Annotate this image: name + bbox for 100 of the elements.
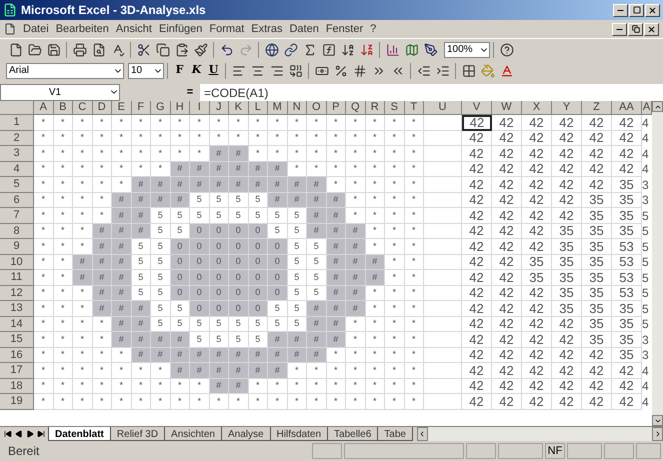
sheet-tab[interactable]: Hilfsdaten (270, 427, 328, 441)
first-sheet-icon[interactable] (4, 430, 12, 438)
scroll-down-button[interactable] (652, 415, 663, 426)
table-cell: * (170, 146, 190, 162)
table-cell: 42 (522, 316, 552, 332)
horizontal-scrollbar[interactable] (416, 427, 663, 441)
table-cell: 42 (522, 363, 552, 378)
name-box[interactable]: V1 (0, 84, 120, 100)
table-cell: * (112, 348, 132, 363)
sheet-tab[interactable]: Tabe (377, 427, 413, 441)
next-sheet-icon[interactable] (26, 430, 34, 438)
row-header[interactable]: 11 (0, 270, 34, 286)
table-cell: * (404, 146, 424, 162)
sheet-tab[interactable]: Tabelle6 (327, 427, 378, 441)
close-button[interactable] (645, 4, 660, 16)
minimize-button[interactable] (613, 4, 628, 16)
table-cell: * (112, 363, 132, 378)
table-cell: * (73, 348, 92, 363)
font-size-dropdown[interactable]: 10 (128, 62, 164, 78)
table-cell: * (73, 130, 92, 146)
font-style-button[interactable]: K (188, 62, 205, 80)
scroll-right-button[interactable] (652, 427, 663, 441)
menu-item[interactable]: Format (209, 20, 244, 38)
table-cell: * (73, 394, 92, 410)
table-cell: 5 (151, 224, 170, 239)
font-dropdown[interactable]: Arial (6, 62, 124, 78)
maximize-button[interactable] (629, 4, 644, 16)
table-cell: 42 (522, 301, 552, 316)
row-header[interactable]: 13 (0, 301, 34, 316)
font-style-button[interactable]: U (205, 62, 222, 80)
document-minimize-button[interactable] (612, 22, 627, 36)
table-cell: 42 (582, 146, 612, 162)
table-cell: * (34, 208, 54, 224)
vertical-scrollbar[interactable] (652, 101, 663, 426)
menu-item[interactable]: Bearbeiten (56, 20, 109, 38)
last-sheet-icon[interactable] (37, 430, 45, 438)
row-header[interactable]: 8 (0, 224, 34, 239)
column-header[interactable]: AA (612, 101, 642, 115)
table-cell: # (112, 270, 132, 286)
menu-item[interactable]: ? (370, 20, 376, 38)
row-header[interactable]: 10 (0, 254, 34, 270)
column-header[interactable]: U (424, 101, 462, 115)
table-cell: * (73, 316, 92, 332)
sheet-tab[interactable]: Relief 3D (110, 427, 166, 441)
column-header[interactable]: X (522, 101, 552, 115)
table-cell: * (366, 177, 385, 192)
scroll-up-button[interactable] (652, 101, 663, 112)
row-header[interactable]: 12 (0, 286, 34, 301)
table-cell: 42 (492, 363, 522, 378)
row-header[interactable]: 7 (0, 208, 34, 224)
column-header[interactable]: V (462, 101, 492, 115)
table-cell: * (151, 394, 170, 410)
menu-item[interactable]: Ansicht (116, 20, 152, 38)
row-header[interactable]: 5 (0, 177, 34, 192)
row-header[interactable]: 17 (0, 363, 34, 378)
table-cell: 42 (552, 208, 582, 224)
menu-item[interactable]: Datei (23, 20, 49, 38)
previous-sheet-icon[interactable] (15, 430, 23, 438)
table-cell: 42 (462, 208, 492, 224)
menu-item[interactable]: Extras (251, 20, 282, 38)
row-header[interactable]: 3 (0, 146, 34, 162)
table-cell: * (34, 270, 54, 286)
column-header[interactable]: W (492, 101, 522, 115)
table-cell: * (34, 224, 54, 239)
document-close-button[interactable] (644, 22, 659, 36)
table-cell: 42 (492, 115, 522, 130)
font-style-button[interactable]: F (171, 62, 188, 80)
column-header[interactable]: Y (552, 101, 582, 115)
menu-item[interactable]: Einfügen (158, 20, 202, 38)
zoom-dropdown[interactable]: 100% (444, 42, 490, 58)
table-cell: * (92, 146, 112, 162)
row-header[interactable]: 1 (0, 115, 34, 130)
row-header[interactable]: 4 (0, 162, 34, 177)
sheet-tab[interactable]: Ansichten (164, 427, 222, 441)
table-cell: * (112, 146, 132, 162)
table-cell: 42 (492, 130, 522, 146)
sheet-tab[interactable]: Datenblatt (48, 427, 111, 441)
menu-item[interactable]: Fenster (326, 20, 364, 38)
status-panel (498, 443, 543, 459)
table-cell: * (404, 332, 424, 348)
formula-field[interactable]: =CODE(A1) (200, 84, 663, 100)
sheet-tab[interactable]: Analyse (220, 427, 271, 441)
table-cell: 42 (492, 224, 522, 239)
row-header[interactable]: 2 (0, 130, 34, 146)
row-header[interactable]: 6 (0, 192, 34, 208)
table-cell: * (132, 363, 151, 378)
table-cell: * (34, 130, 54, 146)
scroll-left-button[interactable] (416, 427, 428, 441)
row-header[interactable]: 9 (0, 239, 34, 254)
table-cell: # (307, 177, 326, 192)
row-header[interactable]: 15 (0, 332, 34, 348)
row-header[interactable]: 19 (0, 394, 34, 410)
table-cell: 0 (248, 270, 268, 286)
column-header[interactable]: Z (582, 101, 612, 115)
row-header[interactable]: 18 (0, 378, 34, 394)
menu-item[interactable]: Daten (289, 20, 319, 38)
row-header[interactable]: 16 (0, 348, 34, 363)
document-restore-button[interactable] (628, 22, 643, 36)
table-cell: * (248, 146, 268, 162)
row-header[interactable]: 14 (0, 316, 34, 332)
